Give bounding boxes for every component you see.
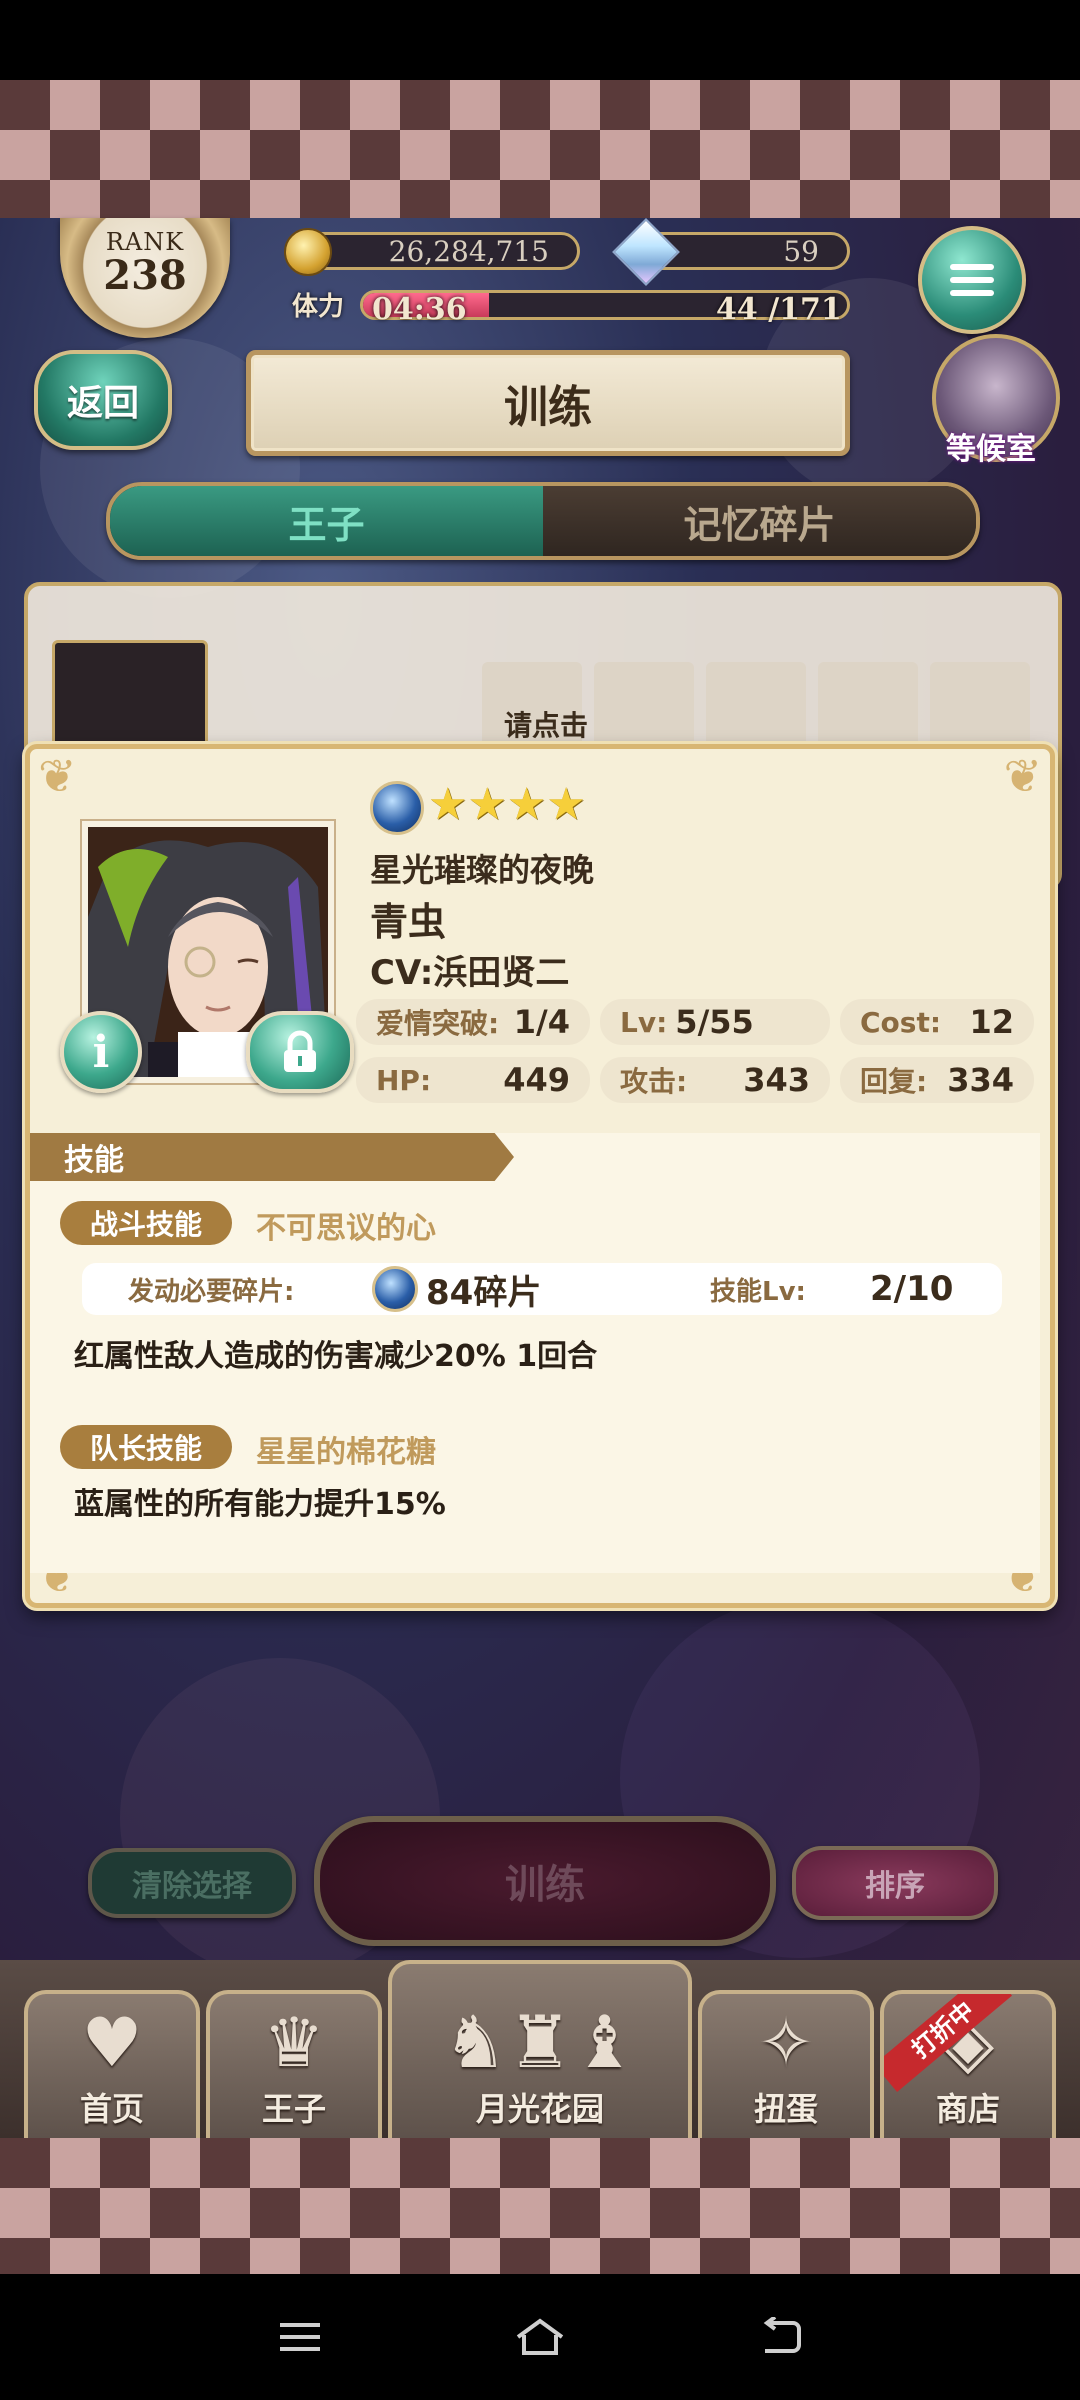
leader-skill-tag: 队长技能 <box>60 1425 232 1469</box>
train-button[interactable]: 训练 <box>314 1816 776 1946</box>
top-argyle-band <box>0 80 1080 218</box>
clear-selection-button[interactable]: 清除选择 <box>88 1848 296 1918</box>
tab-prince[interactable]: 王子 <box>110 486 543 556</box>
info-button[interactable]: i <box>60 1011 142 1093</box>
nav-shop[interactable]: ◈ 商店 打折中 <box>880 1990 1056 2138</box>
hp-label: HP: <box>376 1063 432 1097</box>
heal-stat: 回复: 334 <box>840 1057 1034 1103</box>
heal-label: 回复: <box>860 1065 928 1098</box>
skills-header: 技能 <box>30 1133 514 1181</box>
page-title: 训练 <box>246 350 850 456</box>
skill-level-label: 技能Lv: <box>710 1276 806 1307</box>
lock-button[interactable] <box>246 1011 354 1093</box>
tab-bar: 王子 记忆碎片 <box>106 482 980 560</box>
card-detail-modal: ❦ ❦ ❦ ❦ i ★★★★ 星光璀璨的夜晚 青虫 CV:浜田贤二 爱情突破: … <box>25 744 1055 1608</box>
android-navigation-bar <box>0 2274 1080 2400</box>
cost-value: 12 <box>969 1003 1014 1041</box>
battle-skill-description: 红属性敌人造成的伤害减少20% 1回合 <box>74 1339 598 1374</box>
attack-value: 343 <box>743 1061 810 1099</box>
leader-skill-description: 蓝属性的所有能力提升15% <box>74 1487 446 1522</box>
home-icon <box>516 2318 564 2355</box>
skill-requirement-box: 发动必要碎片: 84碎片 技能Lv: 2/10 <box>82 1263 1002 1315</box>
hp-stat: HP: 449 <box>356 1057 590 1103</box>
hamburger-menu-icon <box>950 264 994 296</box>
rank-label: RANK <box>105 228 185 256</box>
required-fragments-value: 84碎片 <box>426 1272 542 1313</box>
stamina-label: 体力 <box>292 292 345 322</box>
nav-shop-label: 商店 <box>935 2090 1000 2128</box>
hp-value: 449 <box>503 1061 570 1099</box>
home-button[interactable] <box>500 2304 580 2370</box>
back-nav-button[interactable] <box>740 2304 820 2370</box>
coin-counter: 26,284,715 <box>300 232 580 270</box>
nav-gacha-label: 扭蛋 <box>753 2090 818 2128</box>
corner-ornament: ❦ <box>1003 749 1042 803</box>
love-break-label: 爱情突破: <box>376 1007 500 1040</box>
heal-value: 334 <box>947 1061 1014 1099</box>
back-arrow-icon <box>763 2317 801 2353</box>
nav-home-label: 首页 <box>79 2090 144 2128</box>
rank-value: 238 <box>103 252 187 299</box>
gacha-icon: ✧ <box>757 2004 815 2083</box>
garden-silhouette-icon: ♞♜♝ <box>443 2000 637 2084</box>
coin-icon <box>284 228 332 276</box>
level-stat: Lv: 5/55 <box>600 999 830 1045</box>
heart-icon: ♥ <box>81 2004 143 2083</box>
gem-value: 59 <box>783 234 819 268</box>
battle-skill-name: 不可思议的心 <box>256 1211 436 1246</box>
nav-gacha[interactable]: ✧ 扭蛋 <box>698 1990 874 2138</box>
card-title: 星光璀璨的夜晚 <box>370 851 595 889</box>
nav-prince-label: 王子 <box>261 2090 326 2128</box>
tap-hint: 请点击 <box>504 709 589 742</box>
recent-apps-button[interactable] <box>260 2304 340 2370</box>
blue-attribute-orb-icon <box>370 781 424 835</box>
status-bar <box>0 0 1080 80</box>
coin-value: 26,284,715 <box>388 234 549 268</box>
nav-garden-label: 月光花园 <box>475 2090 604 2128</box>
recent-apps-icon <box>280 2323 320 2351</box>
bottom-navigation: ♥ 首页 ♛ 王子 ♞♜♝ 月光花园 ✧ 扭蛋 ◈ 商店 打折中 <box>0 1960 1080 2138</box>
bottom-argyle-band <box>0 2138 1080 2274</box>
love-break-value: 1/4 <box>513 1003 570 1041</box>
menu-button[interactable] <box>918 226 1026 334</box>
tab-memory-fragments[interactable]: 记忆碎片 <box>543 486 976 556</box>
fragment-orb-icon <box>372 1266 418 1312</box>
corner-ornament: ❦ <box>38 749 77 803</box>
character-name: 青虫 <box>370 900 447 944</box>
cost-label: Cost: <box>860 1005 942 1039</box>
crown-icon: ♛ <box>263 2004 325 2083</box>
attack-label: 攻击: <box>620 1065 688 1098</box>
stamina-value: 44 /171 <box>716 292 842 327</box>
battle-skill-tag: 战斗技能 <box>60 1201 232 1245</box>
voice-actor: CV:浜田贤二 <box>370 953 570 993</box>
rarity-stars: ★★★★ <box>428 779 586 830</box>
required-fragments-label: 发动必要碎片: <box>128 1276 295 1307</box>
lock-icon <box>284 1030 316 1072</box>
level-value: 5/55 <box>675 1003 754 1041</box>
skill-level-value: 2/10 <box>870 1269 954 1309</box>
info-icon: i <box>92 1026 110 1078</box>
love-break-stat: 爱情突破: 1/4 <box>356 999 590 1045</box>
nav-home[interactable]: ♥ 首页 <box>24 1990 200 2138</box>
cost-stat: Cost: 12 <box>840 999 1034 1045</box>
waiting-room-label: 等候室 <box>946 432 1036 467</box>
back-button[interactable]: 返回 <box>34 350 172 450</box>
leader-skill-name: 星星的棉花糖 <box>256 1435 436 1470</box>
attack-stat: 攻击: 343 <box>600 1057 830 1103</box>
level-label: Lv: <box>620 1005 668 1039</box>
nav-prince[interactable]: ♛ 王子 <box>206 1990 382 2138</box>
sort-button[interactable]: 排序 <box>792 1846 998 1920</box>
nav-moonlight-garden[interactable]: ♞♜♝ 月光花园 <box>388 1960 692 2138</box>
stamina-timer: 04:36 <box>372 292 467 327</box>
